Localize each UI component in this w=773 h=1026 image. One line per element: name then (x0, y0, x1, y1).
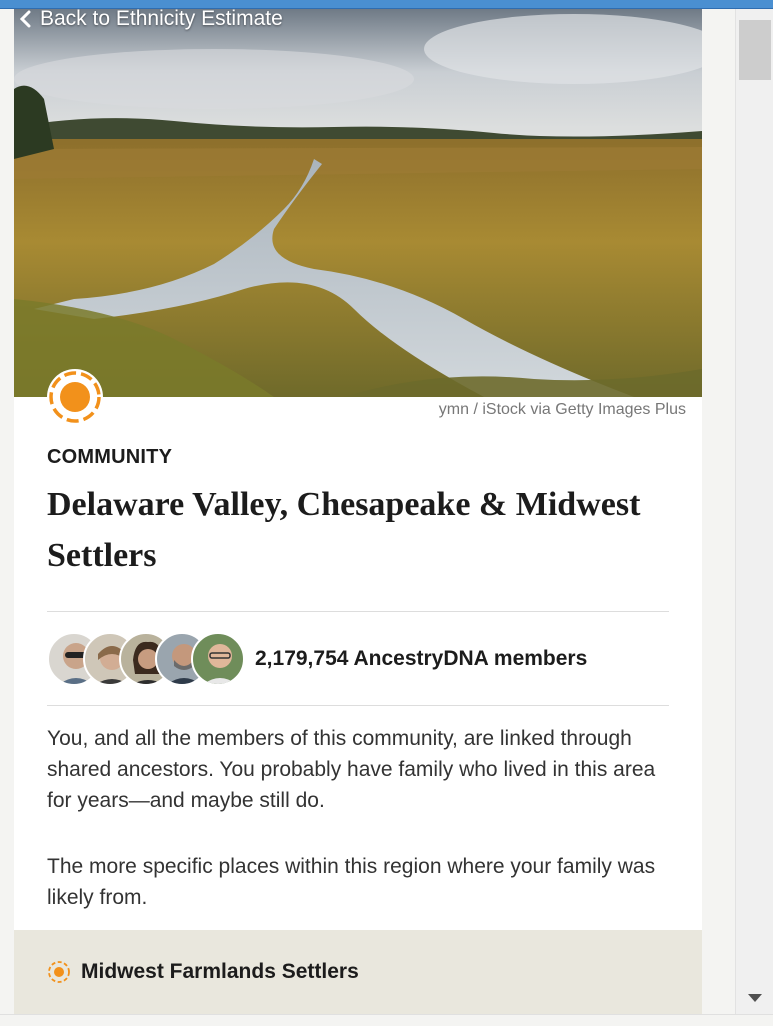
region-item-midwest-farmlands[interactable]: Midwest Farmlands Settlers (14, 930, 702, 1014)
regions-intro: The more specific places within this reg… (47, 855, 656, 909)
member-avatars (47, 632, 247, 686)
divider (47, 705, 669, 706)
community-badge (47, 369, 103, 425)
region-sun-icon (48, 961, 70, 983)
bottom-strip (0, 1014, 773, 1026)
back-link-label: Back to Ethnicity Estimate (40, 9, 283, 30)
region-label: Midwest Farmlands Settlers (81, 960, 359, 983)
community-description: You, and all the members of this communi… (47, 727, 656, 812)
members-row[interactable]: 2,179,754 AncestryDNA members (47, 631, 587, 687)
community-panel: Back to Ethnicity Estimate ymn / iStock … (14, 9, 702, 1014)
scroll-down-arrow-icon[interactable] (748, 994, 762, 1002)
avatar (191, 632, 245, 686)
community-eyebrow: COMMUNITY (47, 446, 173, 468)
scrollbar-thumb[interactable] (739, 20, 771, 80)
community-sun-icon (49, 371, 101, 423)
divider (47, 611, 669, 612)
photo-credit: ymn / iStock via Getty Images Plus (438, 401, 686, 418)
scrollbar[interactable] (735, 9, 773, 1014)
chevron-left-icon (19, 10, 31, 28)
community-title: Delaware Valley, Chesapeake & Midwest Se… (47, 486, 641, 574)
window-title-bar (0, 0, 773, 9)
members-count: 2,179,754 AncestryDNA members (255, 647, 588, 670)
back-to-ethnicity-link[interactable]: Back to Ethnicity Estimate (18, 9, 283, 31)
hero-image: Back to Ethnicity Estimate (14, 9, 702, 397)
